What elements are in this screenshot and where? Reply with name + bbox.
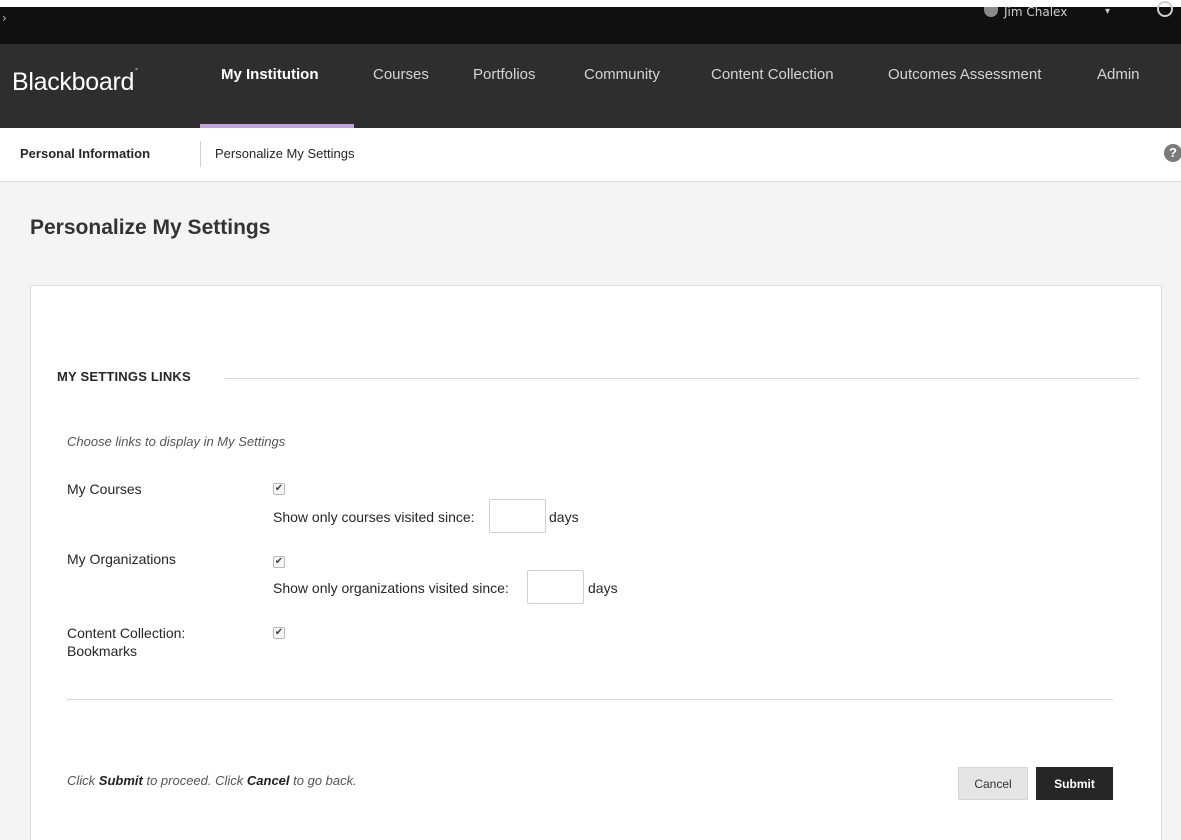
logo-trademark: ° (135, 68, 138, 75)
user-name: Jim Chalex (1004, 5, 1068, 19)
section-heading: MY SETTINGS LINKS (57, 369, 191, 384)
submit-button[interactable]: Submit (1036, 767, 1113, 800)
nav-tab-content-collection[interactable]: Content Collection (711, 66, 834, 83)
footer-text-mid: to proceed. Click (142, 773, 247, 788)
settings-panel: MY SETTINGS LINKS Choose links to displa… (30, 285, 1162, 840)
form-divider (67, 699, 1113, 700)
nav-tab-courses[interactable]: Courses (373, 66, 429, 83)
content-collection-bookmarks-checkbox[interactable]: ✔ (273, 627, 285, 639)
my-courses-days-input[interactable] (489, 499, 546, 533)
user-menu[interactable]: Jim Chalex (984, 5, 1068, 19)
avatar-icon (984, 7, 998, 17)
my-courses-checkbox[interactable]: ✔ (273, 483, 285, 495)
my-courses-days-unit: days (549, 509, 579, 525)
breadcrumb-personal-information[interactable]: Personal Information (20, 146, 150, 161)
my-courses-since-label: Show only courses visited since: (273, 509, 475, 525)
checkmark-icon: ✔ (274, 627, 284, 638)
logo-text: Blackboard (12, 68, 135, 96)
checkmark-icon: ✔ (274, 483, 284, 494)
nav-tab-admin[interactable]: Admin (1097, 66, 1140, 83)
section-instructions: Choose links to display in My Settings (67, 434, 286, 449)
my-courses-label: My Courses (67, 481, 142, 497)
nav-tab-outcomes-assessment[interactable]: Outcomes Assessment (888, 66, 1041, 83)
content-collection-bookmarks-label: Content Collection: Bookmarks (67, 624, 185, 660)
content-collection-label-line1: Content Collection: (67, 625, 186, 641)
nav-tab-community[interactable]: Community (584, 66, 660, 83)
top-utility-bar: › Jim Chalex ▾ (0, 1, 1181, 44)
my-organizations-days-unit: days (588, 580, 618, 596)
footer-text-post: to go back. (289, 773, 357, 788)
nav-tab-my-institution[interactable]: My Institution (221, 66, 319, 83)
blackboard-logo[interactable]: Blackboard° (12, 68, 138, 97)
my-organizations-label: My Organizations (67, 551, 176, 567)
footer-text-pre: Click (67, 773, 99, 788)
footer-text-submit: Submit (98, 773, 143, 788)
my-organizations-since-label: Show only organizations visited since: (273, 580, 509, 596)
main-navigation: Blackboard° My Institution Courses Portf… (0, 44, 1181, 128)
breadcrumb: Personal Information Personalize My Sett… (0, 128, 1181, 182)
cancel-button[interactable]: Cancel (958, 767, 1028, 800)
power-icon[interactable] (1157, 1, 1173, 17)
help-icon[interactable]: ? (1164, 144, 1181, 162)
footer-text-cancel: Cancel (246, 773, 290, 788)
breadcrumb-personalize-my-settings: Personalize My Settings (215, 146, 355, 161)
content-collection-label-line2: Bookmarks (67, 643, 138, 659)
my-organizations-days-input[interactable] (527, 570, 584, 604)
checkmark-icon: ✔ (274, 556, 284, 567)
menu-icon[interactable]: › (2, 11, 7, 25)
my-organizations-checkbox[interactable]: ✔ (273, 556, 285, 568)
chevron-down-icon[interactable]: ▾ (1105, 7, 1110, 17)
submit-instructions: Click Submit to proceed. Click Cancel to… (67, 773, 357, 788)
section-divider (225, 378, 1139, 379)
nav-tab-portfolios[interactable]: Portfolios (473, 66, 536, 83)
breadcrumb-divider (200, 141, 201, 167)
page-title: Personalize My Settings (30, 216, 271, 239)
